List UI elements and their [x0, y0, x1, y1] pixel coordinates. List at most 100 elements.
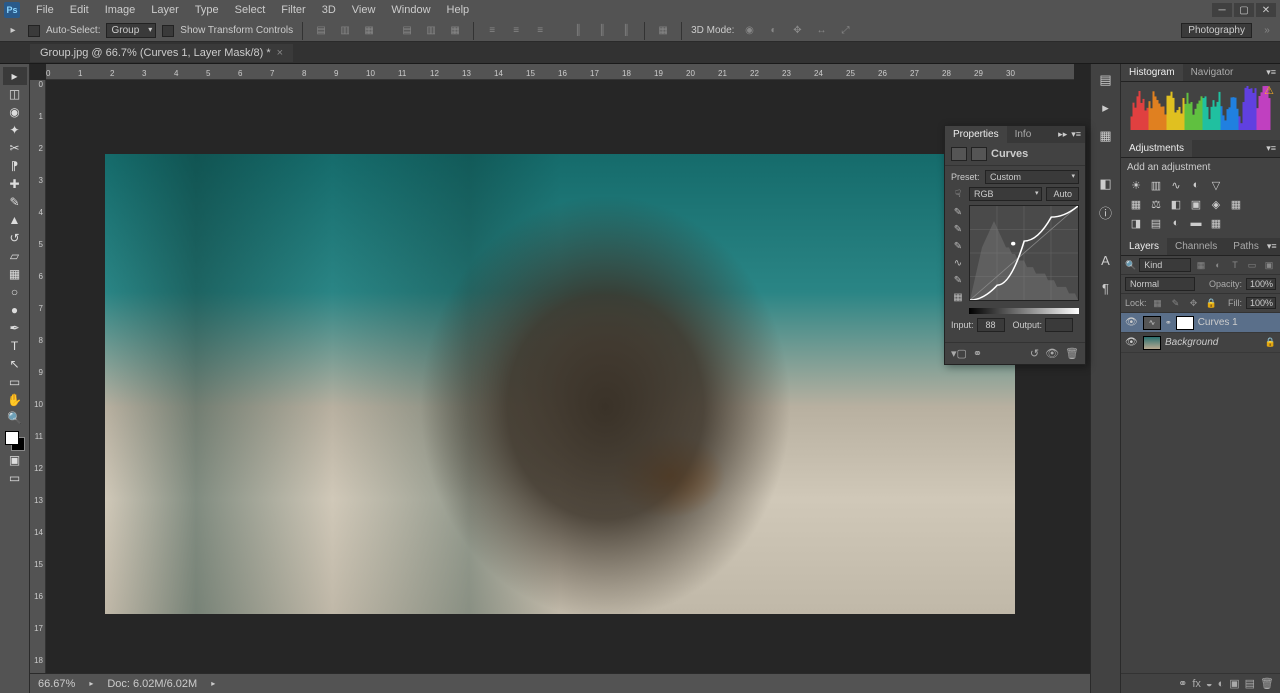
levels-icon[interactable]: ▥ — [1147, 177, 1165, 193]
close-document-icon[interactable]: × — [277, 47, 283, 59]
curves-icon[interactable]: ∿ — [1167, 177, 1185, 193]
screen-mode-tool[interactable]: ▭ — [3, 469, 27, 487]
posterize-icon[interactable]: ▤ — [1147, 215, 1165, 231]
new-layer-icon[interactable]: ▤ — [1245, 677, 1255, 690]
filter-type-icon[interactable]: T — [1228, 258, 1242, 272]
auto-align-icon[interactable]: ▦ — [654, 22, 672, 40]
threshold-icon[interactable]: ◐ — [1167, 215, 1185, 231]
filter-shape-icon[interactable]: ▭ — [1245, 258, 1259, 272]
preset-dropdown[interactable]: Custom — [985, 170, 1079, 184]
auto-select-dropdown[interactable]: Group — [106, 23, 156, 38]
pan3d-icon[interactable]: ✥ — [788, 22, 806, 40]
input-field[interactable] — [977, 318, 1005, 332]
tab-properties[interactable]: Properties — [945, 126, 1007, 143]
workspace-menu-icon[interactable]: » — [1258, 22, 1276, 40]
menu-window[interactable]: Window — [383, 2, 438, 18]
layer-row[interactable]: 👁Background🔒 — [1121, 333, 1280, 353]
visibility-icon[interactable]: 👁 — [1125, 337, 1139, 348]
lock-all-icon[interactable]: 🔒 — [1205, 296, 1219, 310]
channel-mixer-icon[interactable]: ◈ — [1207, 196, 1225, 212]
foreground-swatch[interactable] — [5, 431, 19, 445]
output-field[interactable] — [1045, 318, 1073, 332]
auto-select-checkbox[interactable] — [28, 25, 40, 37]
clip-icon[interactable]: ▾▢ — [951, 347, 967, 360]
move-tool[interactable]: ▸ — [3, 67, 27, 85]
layer-name[interactable]: Curves 1 — [1198, 317, 1238, 328]
actions-panel-icon[interactable]: ▸ — [1096, 98, 1116, 118]
quick-mask-tool[interactable]: ▣ — [3, 451, 27, 469]
selective-color-icon[interactable]: ▦ — [1207, 215, 1225, 231]
distribute-hcenter-icon[interactable]: ║ — [593, 22, 611, 40]
orbit3d-icon[interactable]: ◉ — [740, 22, 758, 40]
lock-pixels-icon[interactable]: ✎ — [1169, 296, 1183, 310]
minimize-button[interactable]: ─ — [1212, 3, 1232, 17]
fill-field[interactable]: 100% — [1246, 297, 1276, 309]
gradient-map-icon[interactable]: ▬ — [1187, 215, 1205, 231]
align-center-h-icon[interactable]: ▥ — [336, 22, 354, 40]
zoom-percent[interactable]: 66.67% — [38, 678, 75, 690]
canvas[interactable]: 0123456789101112131415161718192021222324… — [30, 64, 1090, 693]
close-button[interactable]: ✕ — [1256, 3, 1276, 17]
panel-menu-icon[interactable]: ▾≡ — [1071, 129, 1081, 140]
reset-icon[interactable]: ↺ — [1030, 347, 1039, 360]
invert-icon[interactable]: ◨ — [1127, 215, 1145, 231]
maximize-button[interactable]: ▢ — [1234, 3, 1254, 17]
delete-layer-icon[interactable]: 🗑 — [1260, 677, 1274, 690]
marquee-tool[interactable]: ◫ — [3, 85, 27, 103]
shape-tool[interactable]: ▭ — [3, 373, 27, 391]
channel-dropdown[interactable]: RGB — [969, 187, 1042, 201]
histogram-warning-icon[interactable]: ⚠ — [1264, 84, 1274, 97]
menu-help[interactable]: Help — [439, 2, 478, 18]
brightness-icon[interactable]: ☀ — [1127, 177, 1145, 193]
link-layers-icon[interactable]: ⚭ — [1178, 677, 1187, 690]
paragraph-panel-icon[interactable]: ¶ — [1096, 278, 1116, 298]
new-group-icon[interactable]: ▣ — [1229, 677, 1239, 690]
bw-icon[interactable]: ◧ — [1167, 196, 1185, 212]
black-eyedropper-icon[interactable]: ✎ — [951, 205, 965, 219]
dodge-tool[interactable]: ● — [3, 301, 27, 319]
align-center-v-icon[interactable]: ▥ — [422, 22, 440, 40]
filter-kind-dropdown[interactable]: Kind — [1139, 258, 1191, 272]
toggle-visibility-icon[interactable]: 👁 — [1045, 347, 1059, 360]
align-left-icon[interactable]: ▤ — [312, 22, 330, 40]
lock-trans-icon[interactable]: ▦ — [1151, 296, 1165, 310]
blur-tool[interactable]: ○ — [3, 283, 27, 301]
distribute-bottom-icon[interactable]: ≡ — [531, 22, 549, 40]
photo-filter-icon[interactable]: ▣ — [1187, 196, 1205, 212]
hand-tool[interactable]: ✋ — [3, 391, 27, 409]
new-adjustment-icon[interactable]: ◐ — [1218, 678, 1225, 690]
curves-graph[interactable] — [969, 205, 1079, 301]
lasso-tool[interactable]: ◉ — [3, 103, 27, 121]
tab-paths[interactable]: Paths — [1225, 238, 1267, 255]
crop-tool[interactable]: ✂ — [3, 139, 27, 157]
distribute-left-icon[interactable]: ║ — [569, 22, 587, 40]
document-tab[interactable]: Group.jpg @ 66.7% (Curves 1, Layer Mask/… — [30, 44, 293, 62]
color-lookup-icon[interactable]: ▦ — [1227, 196, 1245, 212]
menu-file[interactable]: File — [28, 2, 62, 18]
tab-navigator[interactable]: Navigator — [1183, 64, 1242, 81]
distribute-right-icon[interactable]: ║ — [617, 22, 635, 40]
slide3d-icon[interactable]: ↔ — [812, 22, 830, 40]
magic-wand-tool[interactable]: ✦ — [3, 121, 27, 139]
path-tool[interactable]: ↖ — [3, 355, 27, 373]
character-panel-icon[interactable]: A — [1096, 250, 1116, 270]
align-right-icon[interactable]: ▦ — [360, 22, 378, 40]
distribute-top-icon[interactable]: ≡ — [483, 22, 501, 40]
point-curve-icon[interactable]: ∿ — [951, 256, 965, 270]
mask-thumb[interactable] — [1176, 316, 1194, 330]
gray-eyedropper-icon[interactable]: ✎ — [951, 222, 965, 236]
eyedropper-tool[interactable]: ⁋ — [3, 157, 27, 175]
menu-filter[interactable]: Filter — [273, 2, 313, 18]
document-image[interactable] — [105, 154, 1015, 614]
menu-layer[interactable]: Layer — [143, 2, 187, 18]
exposure-icon[interactable]: ◐ — [1187, 177, 1205, 193]
menu-image[interactable]: Image — [97, 2, 144, 18]
roll3d-icon[interactable]: ◐ — [764, 22, 782, 40]
pen-tool[interactable]: ✒ — [3, 319, 27, 337]
blend-mode-dropdown[interactable]: Normal — [1125, 277, 1195, 291]
clone-tool[interactable]: ▲ — [3, 211, 27, 229]
menu-edit[interactable]: Edit — [62, 2, 97, 18]
filter-smart-icon[interactable]: ▣ — [1262, 258, 1276, 272]
hue-icon[interactable]: ▦ — [1127, 196, 1145, 212]
vibrance-icon[interactable]: ▽ — [1207, 177, 1225, 193]
